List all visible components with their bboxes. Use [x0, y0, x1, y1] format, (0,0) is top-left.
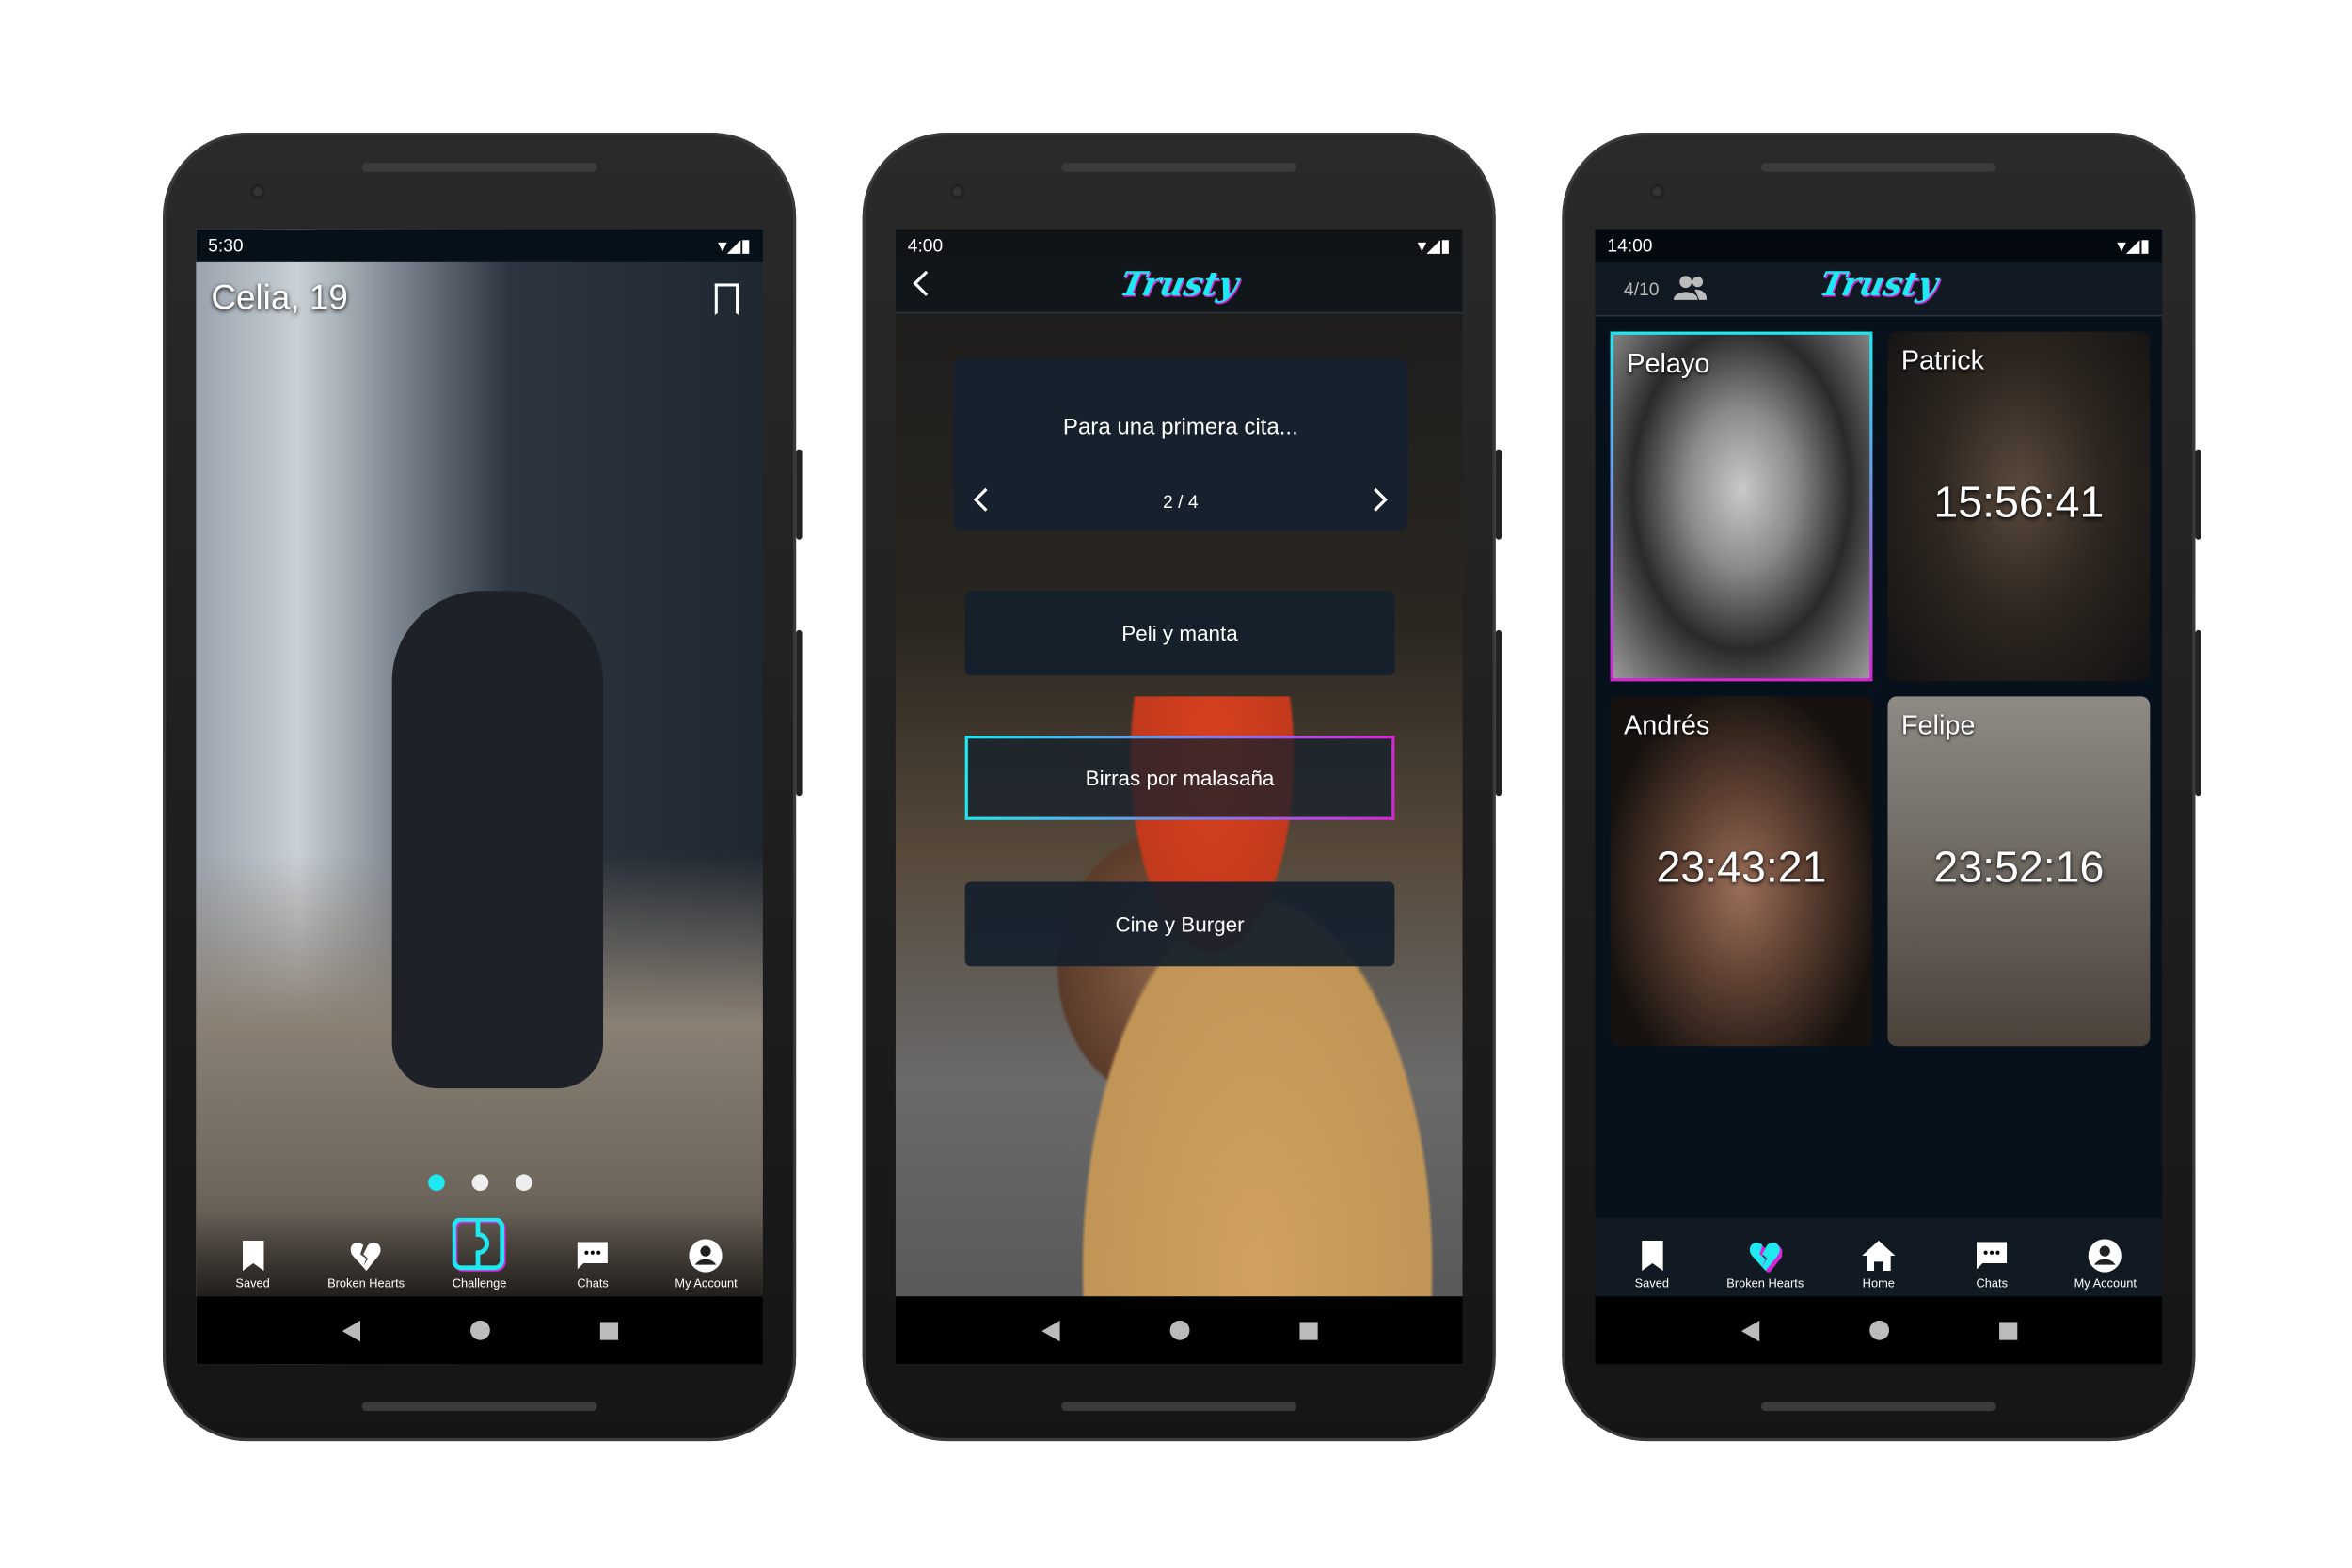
carousel-dot-active[interactable] [428, 1174, 445, 1192]
match-name: Andrés [1624, 709, 1710, 740]
match-count: 4/10 [1624, 278, 1660, 300]
back-icon[interactable] [341, 1320, 360, 1341]
nav-saved[interactable]: Saved [1599, 1239, 1705, 1291]
chat-icon [1976, 1239, 2009, 1272]
nav-saved[interactable]: Saved [199, 1239, 305, 1291]
home-button-icon[interactable] [1868, 1320, 1889, 1340]
account-icon [689, 1239, 723, 1273]
carousel-dot[interactable] [516, 1174, 532, 1192]
question-pager: 2 / 4 [1163, 491, 1199, 513]
nav-my-account[interactable]: My Account [653, 1239, 758, 1291]
match-card-selected[interactable]: Pelayo [1610, 331, 1873, 682]
match-timer: 23:52:16 [1933, 844, 2105, 893]
nav-chats[interactable]: Chats [540, 1239, 645, 1291]
bottom-nav: Saved Broken Hearts Home Chats My Accoun… [1595, 1217, 2163, 1297]
bookmark-icon [1635, 1239, 1668, 1272]
match-card[interactable]: Patrick 15:56:41 [1887, 331, 2151, 682]
system-nav [196, 1296, 763, 1365]
nav-broken-hearts[interactable]: Broken Hearts [313, 1239, 419, 1291]
match-name: Felipe [1900, 709, 1976, 740]
back-icon[interactable] [1740, 1320, 1759, 1341]
home-button-icon[interactable] [1168, 1320, 1189, 1340]
phone-challenge: 4:00 ▾◢▮ Trusty Para una primera cita... … [862, 133, 1502, 1442]
profile-name: Celia, 19 [211, 277, 348, 317]
match-name: Patrick [1900, 344, 1985, 376]
nav-challenge[interactable]: Challenge [426, 1217, 532, 1291]
carousel-dot[interactable] [471, 1174, 489, 1192]
option-button[interactable]: Peli y manta [964, 591, 1395, 675]
status-time: 4:00 [907, 235, 944, 257]
status-time: 14:00 [1607, 235, 1653, 257]
app-header: 4/10 Trusty [1595, 261, 2163, 317]
chat-icon [576, 1239, 609, 1272]
carousel-dots [428, 1174, 532, 1192]
system-nav [1595, 1296, 2163, 1365]
option-button[interactable]: Cine y Burger [964, 881, 1395, 967]
question-card: Para una primera cita... 2 / 4 [952, 358, 1408, 531]
phone-profile: 5:30 ▾◢▮ Celia, 19 Saved Broken Hearts Ch… [163, 133, 803, 1442]
nav-my-account[interactable]: My Account [2053, 1239, 2158, 1291]
people-icon [1673, 275, 1708, 309]
trusty-logo: Trusty [1816, 265, 1942, 305]
home-button-icon[interactable] [469, 1320, 490, 1340]
match-timer: 23:43:21 [1656, 844, 1827, 893]
account-icon [2089, 1239, 2122, 1273]
match-name: Pelayo [1627, 348, 1710, 379]
person-silhouette [391, 591, 604, 1089]
match-card[interactable]: Andrés 23:43:21 [1610, 696, 1873, 1047]
system-nav [895, 1296, 1463, 1365]
trusty-logo: Trusty [1116, 265, 1242, 305]
bottom-nav: Saved Broken Hearts Challenge Chats My A… [196, 1213, 763, 1297]
recents-icon[interactable] [1298, 1321, 1317, 1339]
nav-home[interactable]: Home [1826, 1239, 1931, 1291]
status-icons: ▾◢▮ [718, 235, 752, 257]
recents-icon[interactable] [599, 1321, 618, 1339]
phone-home: 14:00 ▾◢▮ 4/10 Trusty Pelayo Patrick 15:5… [1562, 133, 2201, 1442]
match-card[interactable]: Felipe 23:52:16 [1887, 696, 2151, 1047]
question-text: Para una primera cita... [1062, 414, 1298, 440]
match-timer: 15:56:41 [1933, 479, 2105, 528]
bookmark-icon [236, 1239, 269, 1272]
broken-heart-icon [1749, 1239, 1782, 1272]
nav-chats[interactable]: Chats [1939, 1239, 2044, 1291]
challenge-icon [452, 1217, 507, 1273]
option-button-selected[interactable]: Birras por malasaña [964, 736, 1395, 820]
nav-broken-hearts[interactable]: Broken Hearts [1712, 1239, 1818, 1291]
status-time: 5:30 [208, 235, 244, 257]
recents-icon[interactable] [1998, 1321, 2017, 1339]
home-icon [1862, 1239, 1896, 1272]
app-header: Trusty [895, 261, 1463, 314]
broken-heart-icon [349, 1239, 382, 1272]
back-arrow-icon[interactable] [913, 270, 939, 296]
back-icon[interactable] [1041, 1320, 1059, 1341]
